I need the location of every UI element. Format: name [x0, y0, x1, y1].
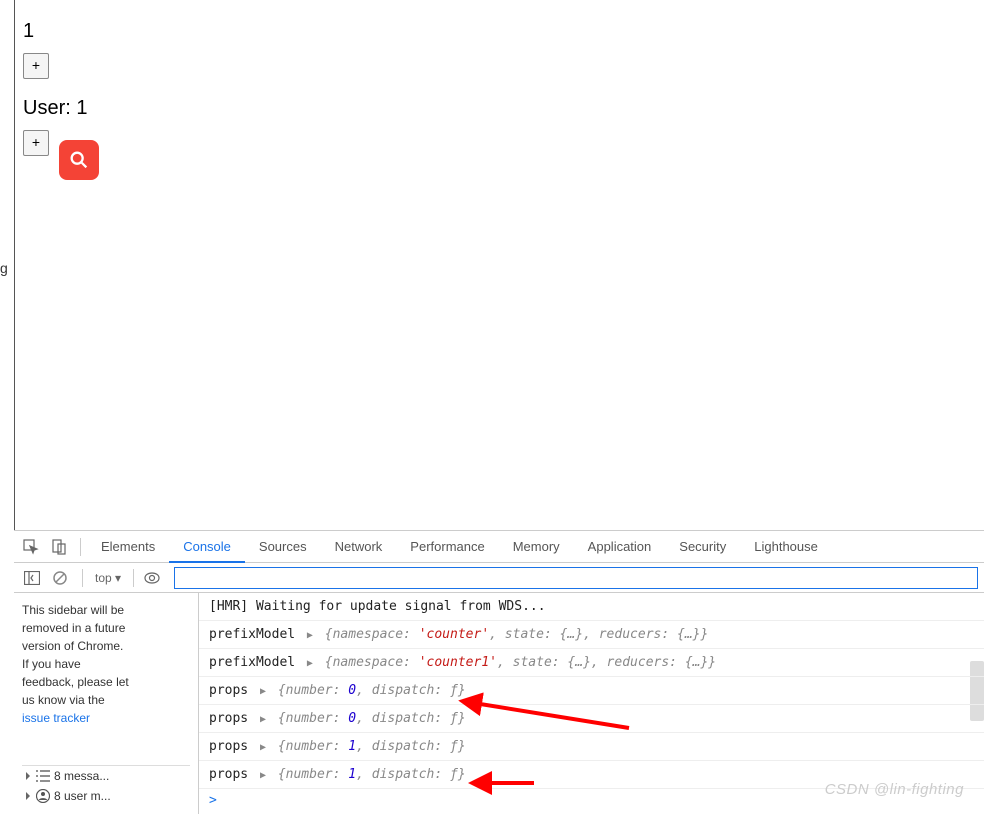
sidebar-row-user-messages[interactable]: 8 user m... [22, 786, 190, 806]
list-icon [36, 770, 50, 782]
chevron-right-icon [24, 792, 32, 800]
device-toggle-icon[interactable] [46, 534, 72, 560]
tab-application[interactable]: Application [574, 531, 666, 563]
tab-lighthouse[interactable]: Lighthouse [740, 531, 832, 563]
tab-elements[interactable]: Elements [87, 531, 169, 563]
sidebar-notice: This sidebar will be removed in a future… [22, 601, 190, 727]
watermark: CSDN @lin-fighting [825, 781, 964, 798]
console-line: props ▶ {number: 0, dispatch: ƒ} [199, 677, 984, 705]
tab-sources[interactable]: Sources [245, 531, 321, 563]
console-sidebar: This sidebar will be removed in a future… [14, 593, 199, 814]
increment-button-1[interactable]: + [23, 53, 49, 79]
expand-icon[interactable]: ▶ [260, 742, 266, 753]
expand-icon[interactable]: ▶ [260, 770, 266, 781]
increment-button-2[interactable]: + [23, 130, 49, 156]
expand-icon[interactable]: ▶ [307, 630, 313, 641]
tab-performance[interactable]: Performance [396, 531, 498, 563]
left-tick: g [0, 260, 8, 276]
sidebar-toggle-icon[interactable] [20, 566, 44, 590]
tab-security[interactable]: Security [665, 531, 740, 563]
devtools-panel: Elements Console Sources Network Perform… [14, 530, 984, 814]
console-line: props ▶ {number: 1, dispatch: ƒ} [199, 733, 984, 761]
devtools-tabbar: Elements Console Sources Network Perform… [14, 531, 984, 563]
tab-network[interactable]: Network [321, 531, 397, 563]
tab-memory[interactable]: Memory [499, 531, 574, 563]
user-icon [36, 789, 50, 803]
tab-console[interactable]: Console [169, 531, 245, 563]
console-line: prefixModel ▶ {namespace: 'counter1', st… [199, 649, 984, 677]
expand-icon[interactable]: ▶ [260, 686, 266, 697]
console-line: prefixModel ▶ {namespace: 'counter', sta… [199, 621, 984, 649]
expand-icon[interactable]: ▶ [260, 714, 266, 725]
sidebar-row-messages[interactable]: 8 messa... [22, 766, 190, 786]
chevron-right-icon [24, 772, 32, 780]
divider [80, 538, 81, 556]
console-filter-input[interactable] [174, 567, 978, 589]
search-icon [68, 149, 90, 171]
context-selector[interactable]: top ▾ [89, 571, 127, 585]
console-line: props ▶ {number: 0, dispatch: ƒ} [199, 705, 984, 733]
user-label: User: 1 [23, 97, 976, 120]
clear-console-icon[interactable] [48, 566, 72, 590]
page-content: 1 + User: 1 + [14, 0, 984, 530]
console-line: [HMR] Waiting for update signal from WDS… [199, 593, 984, 621]
inspect-icon[interactable] [18, 534, 44, 560]
divider [133, 569, 134, 587]
console-toolbar: top ▾ [14, 563, 984, 593]
divider [82, 569, 83, 587]
expand-icon[interactable]: ▶ [307, 658, 313, 669]
counter-value: 1 [23, 20, 976, 43]
search-badge[interactable] [59, 140, 99, 180]
live-expression-icon[interactable] [140, 566, 164, 590]
issue-tracker-link[interactable]: issue tracker [22, 711, 90, 725]
